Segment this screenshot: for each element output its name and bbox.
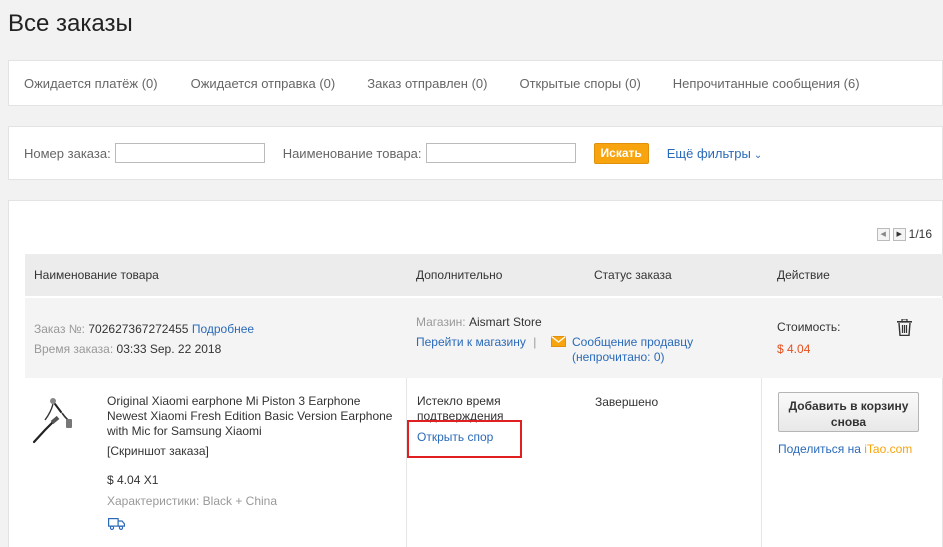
order-time-line: Время заказа: 03:33 Sep. 22 2018 [34,342,221,357]
share-brand: iTao.com [864,442,913,456]
order-snapshot-link[interactable]: [Скриншот заказа] [107,444,209,459]
store-label: Магазин: [416,315,466,329]
orders-panel: ◀ ▶ 1/16 Наименование товара Дополнитель… [8,200,943,547]
trash-icon[interactable] [897,319,912,336]
store-line: Магазин: Aismart Store [416,315,542,330]
page-title: Все заказы [8,10,133,37]
product-name-label: Наименование товара: [282,145,422,161]
price-quantity: $ 4.04 X1 [107,473,159,487]
tab-unread-messages[interactable]: Непрочитанные сообщения (6) [673,76,860,91]
tab-awaiting-payment[interactable]: Ожидается платёж (0) [24,76,158,91]
tab-open-disputes[interactable]: Открытые споры (0) [519,76,640,91]
add-to-cart-line2: снова [830,414,867,429]
prev-page-icon[interactable]: ◀ [876,227,890,241]
product-title[interactable]: Original Xiaomi earphone Mi Piston 3 Ear… [107,394,392,439]
chevron-down-icon: ⌄ [753,149,763,161]
order-number-line: Заказ №: 702627367272455 Подробнее [34,322,254,337]
share-itao-link[interactable]: Поделиться на iTao.com [778,442,912,457]
cost-label: Стоимость: [777,320,840,335]
message-seller-block: Сообщение продавцу (непрочитано: 0) [572,335,693,365]
next-page-icon[interactable]: ▶ [892,227,906,241]
order-details-link[interactable]: Подробнее [192,322,254,336]
store-actions: Перейти к магазину | [416,335,540,350]
order-header-row: Заказ №: 702627367272455 Подробнее Время… [25,298,943,378]
order-number-input[interactable] [114,143,265,163]
page-indicator: 1/16 [908,227,932,241]
add-to-cart-again-button[interactable]: Добавить в корзину снова [778,392,919,432]
order-number-label: Номер заказа: [24,145,111,161]
column-divider [761,378,762,547]
order-time-label: Время заказа: [34,342,114,356]
product-title-line3: with Mic for Samsung Xiaomi [107,424,262,438]
product-name-input[interactable] [425,143,576,163]
more-filters-link[interactable]: Ещё фильтры ⌄ [667,146,762,161]
unread-text: (непрочитано: [572,350,654,364]
share-text: Поделиться на [778,442,865,456]
order-cost: $ 4.04 [777,342,811,356]
shipping-truck-icon [108,518,125,530]
header-product-name: Наименование товара [34,268,159,282]
order-number-value: 702627367272455 [88,322,189,336]
product-title-line1: Original Xiaomi earphone Mi Piston 3 Ear… [107,394,361,408]
envelope-icon [551,336,566,347]
unread-messages-line[interactable]: (непрочитано: 0) [572,350,693,365]
order-number-label: Заказ №: [34,322,86,336]
store-name: Aismart Store [468,315,542,329]
filter-bar: Номер заказа: Наименование товара: Искат… [8,126,943,180]
product-specs: Характеристики: Black + China [107,494,278,508]
cost-label-text: Стоимость: [777,320,841,334]
tab-awaiting-shipment[interactable]: Ожидается отправка (0) [191,76,336,91]
header-additional: Дополнительно [416,268,503,282]
add-to-cart-line1: Добавить в корзину [788,398,909,413]
product-title-line2: Newest Xiaomi Fresh Edition Basic Versio… [107,409,393,423]
go-to-store-link[interactable]: Перейти к магазину [416,335,526,349]
message-seller-link[interactable]: Сообщение продавцу [572,335,693,350]
column-divider [406,378,407,547]
tab-shipped[interactable]: Заказ отправлен (0) [367,76,487,91]
order-status-tabs: Ожидается платёж (0) Ожидается отправка … [8,60,943,106]
separator: | [533,335,537,349]
confirmation-expired-line1: Истекло время [417,394,501,408]
earphone-product-image[interactable] [31,396,73,446]
unread-close: ) [660,350,665,364]
more-filters-label: Ещё фильтры [666,145,751,161]
unread-count: 0 [653,350,661,364]
order-time-value: 03:33 Sep. 22 2018 [116,342,222,356]
header-action: Действие [777,268,830,282]
header-order-status: Статус заказа [594,268,672,282]
highlight-box [407,420,522,458]
search-button[interactable]: Искать [593,142,649,164]
pagination: ◀ ▶ 1/16 [876,227,932,241]
order-status: Завершено [595,395,659,409]
table-header: Наименование товара Дополнительно Статус… [25,254,943,296]
